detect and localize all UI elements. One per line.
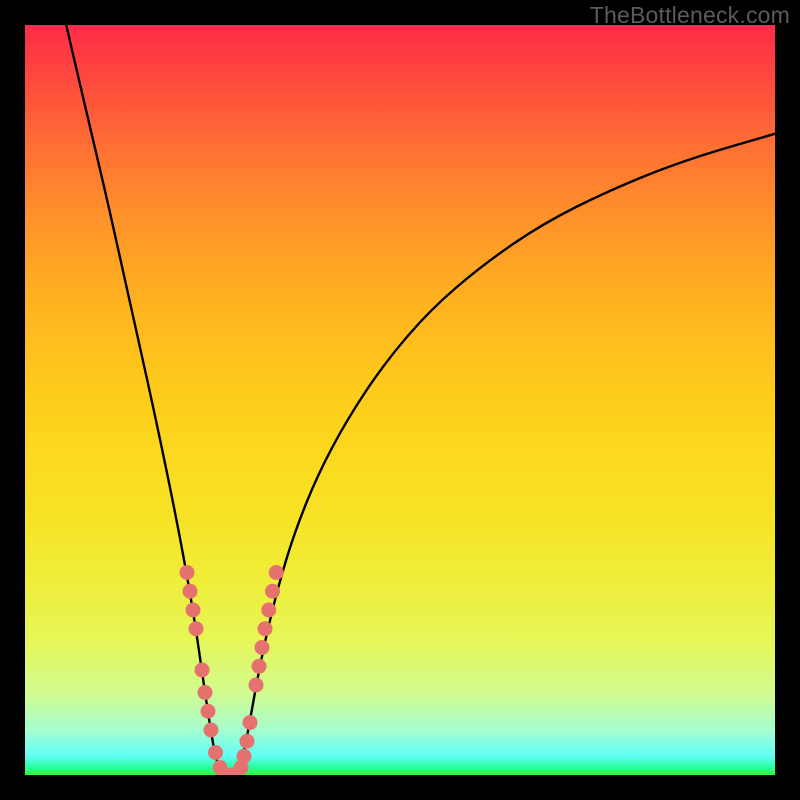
curve-marker bbox=[198, 685, 213, 700]
watermark-text: TheBottleneck.com bbox=[590, 2, 790, 29]
bottleneck-curve bbox=[66, 25, 775, 775]
curve-marker bbox=[249, 678, 264, 693]
plot-area bbox=[25, 25, 775, 775]
curve-marker bbox=[208, 745, 223, 760]
curve-marker bbox=[258, 621, 273, 636]
curve-marker bbox=[243, 715, 258, 730]
curve-marker bbox=[237, 749, 252, 764]
curve-markers bbox=[180, 565, 284, 775]
chart-frame: TheBottleneck.com bbox=[0, 0, 800, 800]
curve-marker bbox=[201, 704, 216, 719]
curve-marker bbox=[189, 621, 204, 636]
curve-marker bbox=[252, 659, 267, 674]
curve-marker bbox=[261, 603, 276, 618]
curve-marker bbox=[265, 584, 280, 599]
curve-marker bbox=[255, 640, 270, 655]
curve-marker bbox=[183, 584, 198, 599]
curve-layer bbox=[25, 25, 775, 775]
curve-marker bbox=[269, 565, 284, 580]
curve-marker bbox=[180, 565, 195, 580]
curve-marker bbox=[240, 734, 255, 749]
curve-marker bbox=[186, 603, 201, 618]
curve-marker bbox=[195, 663, 210, 678]
curve-marker bbox=[204, 723, 219, 738]
